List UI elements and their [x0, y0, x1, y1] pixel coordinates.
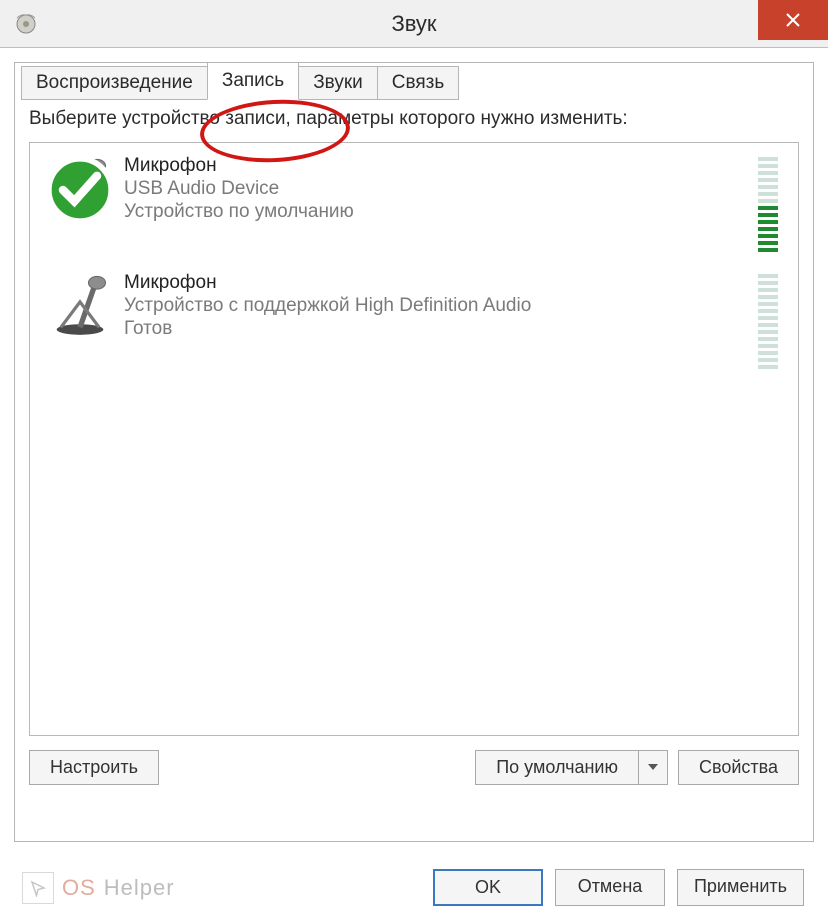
- default-badge-icon: [46, 156, 114, 224]
- microphone-icon: [46, 153, 124, 226]
- meter-segment: [758, 316, 778, 320]
- meter-segment: [758, 164, 778, 168]
- level-meter: [758, 157, 778, 252]
- tab-host: Воспроизведение Запись Звуки Связь Выбер…: [14, 62, 814, 842]
- device-text: Микрофон USB Audio Device Устройство по …: [124, 153, 758, 225]
- tabs-row: Воспроизведение Запись Звуки Связь: [21, 62, 458, 100]
- meter-segment: [758, 344, 778, 348]
- tab-recording[interactable]: Запись: [207, 62, 299, 100]
- meter-segment: [758, 178, 778, 182]
- meter-segment: [758, 248, 778, 252]
- device-row[interactable]: Микрофон Устройство с поддержкой High De…: [30, 260, 798, 377]
- meter-segment: [758, 199, 778, 203]
- set-default-dropdown[interactable]: [638, 750, 668, 785]
- list-button-row: Настроить По умолчанию Свойства: [29, 750, 799, 785]
- meter-segment: [758, 358, 778, 362]
- meter-segment: [758, 309, 778, 313]
- meter-segment: [758, 241, 778, 245]
- ok-button[interactable]: OK: [433, 869, 543, 906]
- meter-segment: [758, 213, 778, 217]
- device-driver: USB Audio Device: [124, 177, 758, 201]
- watermark-text-2: Helper: [104, 875, 175, 901]
- meter-segment: [758, 234, 778, 238]
- meter-segment: [758, 281, 778, 285]
- microphone-icon: [46, 270, 124, 343]
- configure-button[interactable]: Настроить: [29, 750, 159, 785]
- device-driver: Устройство с поддержкой High Definition …: [124, 294, 758, 318]
- meter-segment: [758, 330, 778, 334]
- device-text: Микрофон Устройство с поддержкой High De…: [124, 270, 758, 342]
- meter-segment: [758, 337, 778, 341]
- tab-content: Выберите устройство записи, параметры ко…: [29, 107, 799, 827]
- meter-segment: [758, 157, 778, 161]
- cursor-icon: [22, 872, 54, 904]
- close-button[interactable]: [758, 0, 828, 40]
- cancel-button[interactable]: Отмена: [555, 869, 665, 906]
- title-bar: Звук: [0, 0, 828, 48]
- close-icon: [785, 12, 801, 28]
- set-default-split-button[interactable]: По умолчанию: [475, 750, 668, 785]
- device-title: Микрофон: [124, 155, 758, 177]
- meter-segment: [758, 227, 778, 231]
- watermark-text-1: OS: [62, 875, 96, 901]
- level-meter: [758, 274, 778, 369]
- meter-segment: [758, 302, 778, 306]
- meter-segment: [758, 351, 778, 355]
- dialog-body: Воспроизведение Запись Звуки Связь Выбер…: [0, 48, 828, 924]
- meter-segment: [758, 220, 778, 224]
- device-status: Устройство по умолчанию: [124, 200, 758, 224]
- tab-sounds[interactable]: Звуки: [298, 66, 378, 100]
- device-title: Микрофон: [124, 272, 758, 294]
- meter-segment: [758, 295, 778, 299]
- meter-segment: [758, 288, 778, 292]
- watermark: OS Helper: [22, 872, 175, 904]
- meter-segment: [758, 192, 778, 196]
- meter-segment: [758, 274, 778, 278]
- device-status: Готов: [124, 317, 758, 341]
- set-default-label: По умолчанию: [475, 750, 638, 785]
- meter-segment: [758, 171, 778, 175]
- chevron-down-icon: [647, 763, 659, 771]
- apply-button[interactable]: Применить: [677, 869, 804, 906]
- window-title: Звук: [0, 11, 828, 37]
- meter-segment: [758, 365, 778, 369]
- meter-segment: [758, 323, 778, 327]
- instruction-text: Выберите устройство записи, параметры ко…: [29, 107, 799, 132]
- properties-button[interactable]: Свойства: [678, 750, 799, 785]
- meter-segment: [758, 206, 778, 210]
- tab-comm[interactable]: Связь: [377, 66, 460, 100]
- recording-device-list[interactable]: Микрофон USB Audio Device Устройство по …: [29, 142, 799, 736]
- tab-playback[interactable]: Воспроизведение: [21, 66, 208, 100]
- sound-app-icon: [14, 12, 38, 36]
- meter-segment: [758, 185, 778, 189]
- dialog-button-row: OK Отмена Применить: [433, 869, 804, 906]
- device-row[interactable]: Микрофон USB Audio Device Устройство по …: [30, 143, 798, 260]
